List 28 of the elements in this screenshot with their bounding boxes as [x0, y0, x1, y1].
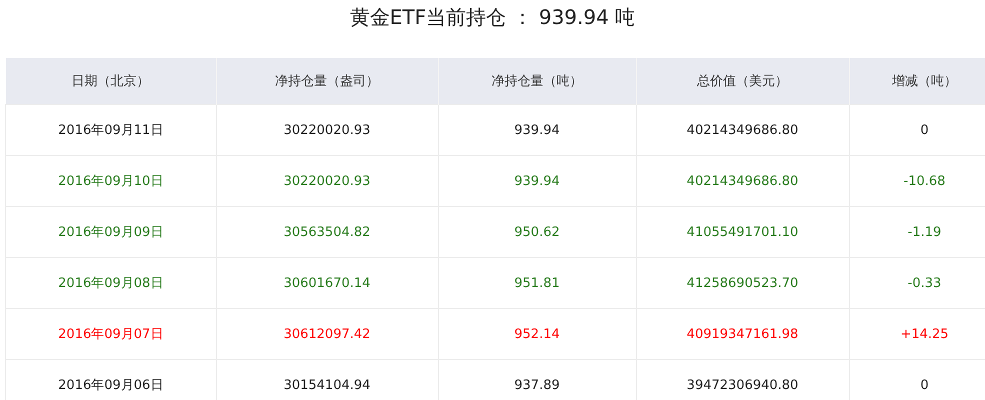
table-cell: 30220020.93 [216, 104, 438, 156]
table-cell: 40919347161.98 [636, 308, 849, 360]
table-cell: 2016年09月07日 [6, 308, 216, 360]
column-header: 增减（吨） [849, 58, 985, 104]
table-cell: 2016年09月08日 [6, 258, 216, 308]
column-header: 日期（北京） [6, 58, 216, 104]
column-header: 总价值（美元） [636, 58, 849, 104]
column-header: 净持仓量（吨） [438, 58, 636, 104]
table-cell: 41258690523.70 [636, 258, 849, 308]
table-cell: 939.94 [438, 104, 636, 156]
table-cell: 950.62 [438, 206, 636, 258]
table-cell: 939.94 [438, 156, 636, 206]
table-cell: 30612097.42 [216, 308, 438, 360]
table-cell: 2016年09月06日 [6, 360, 216, 400]
page-title: 黄金ETF当前持仓 ： 939.94 吨 [348, 4, 636, 31]
table-cell: 0 [849, 104, 985, 156]
table-cell: 2016年09月10日 [6, 156, 216, 206]
table-cell: 952.14 [438, 308, 636, 360]
table-cell: 951.81 [438, 258, 636, 308]
table-cell: 2016年09月09日 [6, 206, 216, 258]
table-cell: 41055491701.10 [636, 206, 849, 258]
table-cell: 30220020.93 [216, 156, 438, 206]
table-cell: 30563504.82 [216, 206, 438, 258]
table-cell: 40214349686.80 [636, 156, 849, 206]
table-cell: 2016年09月11日 [6, 104, 216, 156]
table-cell: 40214349686.80 [636, 104, 849, 156]
table-cell: 30601670.14 [216, 258, 438, 308]
column-header: 净持仓量（盎司） [216, 58, 438, 104]
